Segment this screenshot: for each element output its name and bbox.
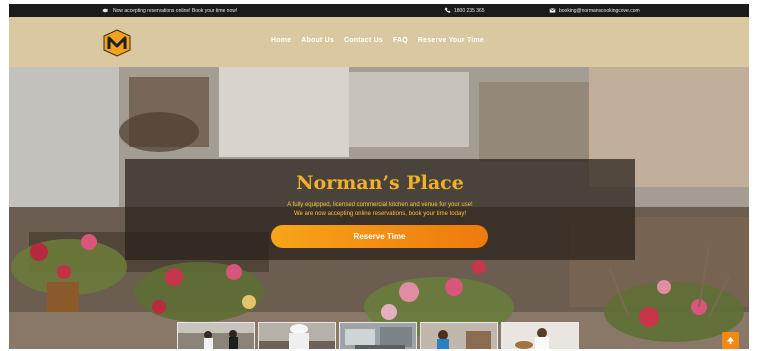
chef-plating-image bbox=[259, 323, 335, 349]
gallery-thumb-4[interactable] bbox=[420, 322, 498, 349]
hero-subtitle-1: A fully equipped, licensed commercial ki… bbox=[287, 202, 473, 208]
smiling-chef-image bbox=[421, 323, 497, 349]
scroll-to-top-button[interactable] bbox=[722, 332, 739, 349]
top-info-bar: Now accepting reservations online! Book … bbox=[9, 4, 749, 17]
email-contact[interactable]: booking@normanscookingcove.com bbox=[549, 7, 640, 14]
site-header: Home About Us Contact Us FAQ Reserve You… bbox=[9, 17, 749, 67]
phone-icon bbox=[444, 7, 451, 13]
announcement: Now accepting reservations online! Book … bbox=[102, 7, 237, 14]
gallery-thumbnails bbox=[177, 322, 579, 349]
hero-section: Norman’s Place A fully equipped, license… bbox=[9, 67, 749, 349]
page: Now accepting reservations online! Book … bbox=[9, 4, 749, 349]
hero-subtitle-2: We are now accepting online reservations… bbox=[294, 211, 466, 217]
reserve-time-button[interactable]: Reserve Time bbox=[271, 225, 488, 248]
gallery-thumb-3[interactable] bbox=[339, 322, 417, 349]
kitchen-equipment-image bbox=[340, 323, 416, 349]
arrow-up-icon bbox=[726, 336, 735, 345]
nav-faq[interactable]: FAQ bbox=[393, 37, 408, 44]
hero-overlay: Norman’s Place A fully equipped, license… bbox=[125, 159, 635, 260]
nav-about-us[interactable]: About Us bbox=[301, 37, 334, 44]
chef-dish-image bbox=[502, 323, 578, 349]
phone-text: 1800 235 365 bbox=[454, 7, 485, 14]
nav-contact-us[interactable]: Contact Us bbox=[344, 37, 383, 44]
gallery-thumb-5[interactable] bbox=[501, 322, 579, 349]
site-logo[interactable] bbox=[102, 29, 132, 57]
email-text: booking@normanscookingcove.com bbox=[559, 7, 640, 14]
announcement-text: Now accepting reservations online! Book … bbox=[113, 7, 238, 14]
nav-reserve-your-time[interactable]: Reserve Your Time bbox=[418, 37, 484, 44]
gallery-thumb-1[interactable] bbox=[177, 322, 255, 349]
chefs-cooking-image bbox=[178, 323, 254, 349]
envelope-icon bbox=[549, 8, 556, 13]
phone-contact[interactable]: 1800 235 365 bbox=[444, 7, 485, 14]
main-nav: Home About Us Contact Us FAQ Reserve You… bbox=[271, 37, 484, 44]
gallery-thumb-2[interactable] bbox=[258, 322, 336, 349]
nav-home[interactable]: Home bbox=[271, 37, 291, 44]
megaphone-icon bbox=[102, 8, 108, 13]
hero-title: Norman’s Place bbox=[296, 172, 464, 194]
